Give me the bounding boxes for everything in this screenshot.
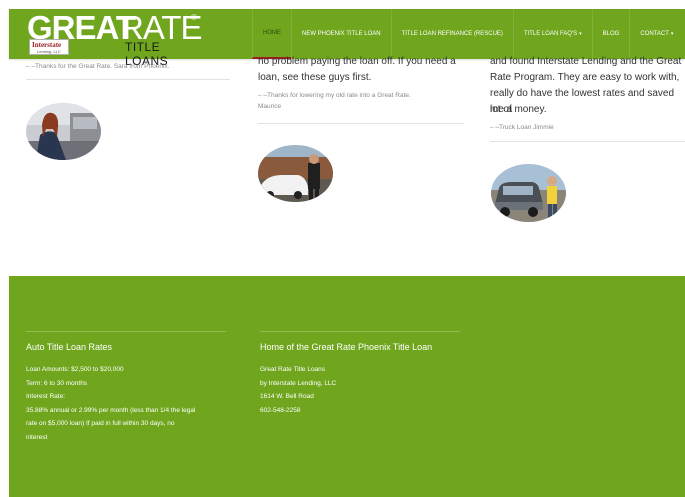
testimonial-signature-name: Maurice (258, 103, 282, 110)
badge-name: Interstate (32, 41, 62, 49)
chevron-down-icon: ▾ (579, 31, 582, 37)
badge-sub: Lending, LLC (37, 49, 61, 54)
divider (26, 79, 230, 80)
footer-address: 1614 W. Bell Road (260, 393, 314, 400)
footer-company-parent: by Interstate Lending, LLC (260, 379, 337, 387)
photo-illustration (491, 164, 566, 222)
footer-contact-text: Great Rate Title Loans by Interstate Len… (260, 363, 336, 417)
interstate-lending-badge: Interstate Lending, LLC (29, 39, 69, 55)
footer-line: Loan Amounts: $2,500 to $20,000 (26, 366, 124, 373)
testimonial-signature: – –Thanks for lowering my old rate into … (258, 92, 411, 99)
nav-contact[interactable]: CONTACT ▾ (629, 9, 683, 59)
site-logo[interactable]: GREAT RATE ® TITLE LOANS Interstate Lend… (27, 11, 203, 69)
footer-rates-text: Loan Amounts: $2,500 to $20,000 Term: 6 … (26, 363, 195, 444)
testimonial-signature: – –Thanks for the Great Rate. Sara from … (26, 63, 170, 70)
photo-illustration (258, 145, 333, 202)
footer-heading-home: Home of the Great Rate Phoenix Title Loa… (260, 342, 433, 352)
footer-line: 35.88% annual or 2.99% per month (less t… (26, 406, 196, 414)
main-nav: HOME NEW PHOENIX TITLE LOAN TITLE LOAN R… (252, 9, 683, 59)
testimonial-text-line: Rate Program. They are easy to work with… (490, 72, 680, 83)
site-footer: Auto Title Loan Rates Loan Amounts: $2,5… (9, 276, 685, 497)
footer-line: Term: 6 to 30 months (26, 379, 88, 387)
photo-illustration (26, 103, 101, 160)
logo-registered-mark: ® (191, 13, 197, 22)
chevron-down-icon: ▾ (670, 31, 674, 37)
nav-home[interactable]: HOME (252, 9, 291, 59)
customer-photo-man-with-car (258, 145, 333, 202)
footer-line: rate on $5,000 loan) If paid in full wit… (26, 420, 175, 427)
site-header: GREAT RATE ® TITLE LOANS Interstate Lend… (9, 9, 685, 69)
footer-divider (260, 331, 460, 332)
divider (258, 123, 464, 124)
footer-line: Interest Rate: (26, 393, 66, 400)
testimonial-text-line: lot of money. (490, 104, 547, 115)
footer-company-name: Great Rate Title Loans (260, 366, 326, 373)
nav-title-loan-refinance[interactable]: TITLE LOAN REFINANCE (RESCUE) (390, 9, 513, 59)
testimonial-text-line: and found Interstate Lending and the Gre… (490, 56, 682, 67)
nav-new-phoenix-title-loan[interactable]: NEW PHOENIX TITLE LOAN (291, 9, 391, 59)
testimonial-text-line: loan, see these guys first. (258, 72, 372, 83)
footer-heading-rates: Auto Title Loan Rates (26, 342, 113, 352)
footer-divider (26, 331, 226, 332)
customer-photo-truck (491, 164, 566, 222)
top-strip (0, 0, 685, 9)
testimonial-text-line: no problem paying the loan off. If you n… (258, 56, 456, 67)
divider (490, 141, 685, 142)
footer-line: interest (26, 433, 48, 441)
testimonial-signature: – –Truck Loan Jimmie (490, 124, 554, 131)
footer-phone[interactable]: 602-548-2258 (260, 404, 336, 418)
nav-title-loan-faqs[interactable]: TITLE LOAN FAQ'S ▾ (512, 9, 592, 59)
customer-photo-woman (26, 103, 101, 160)
nav-blog[interactable]: BLOG (591, 9, 630, 59)
